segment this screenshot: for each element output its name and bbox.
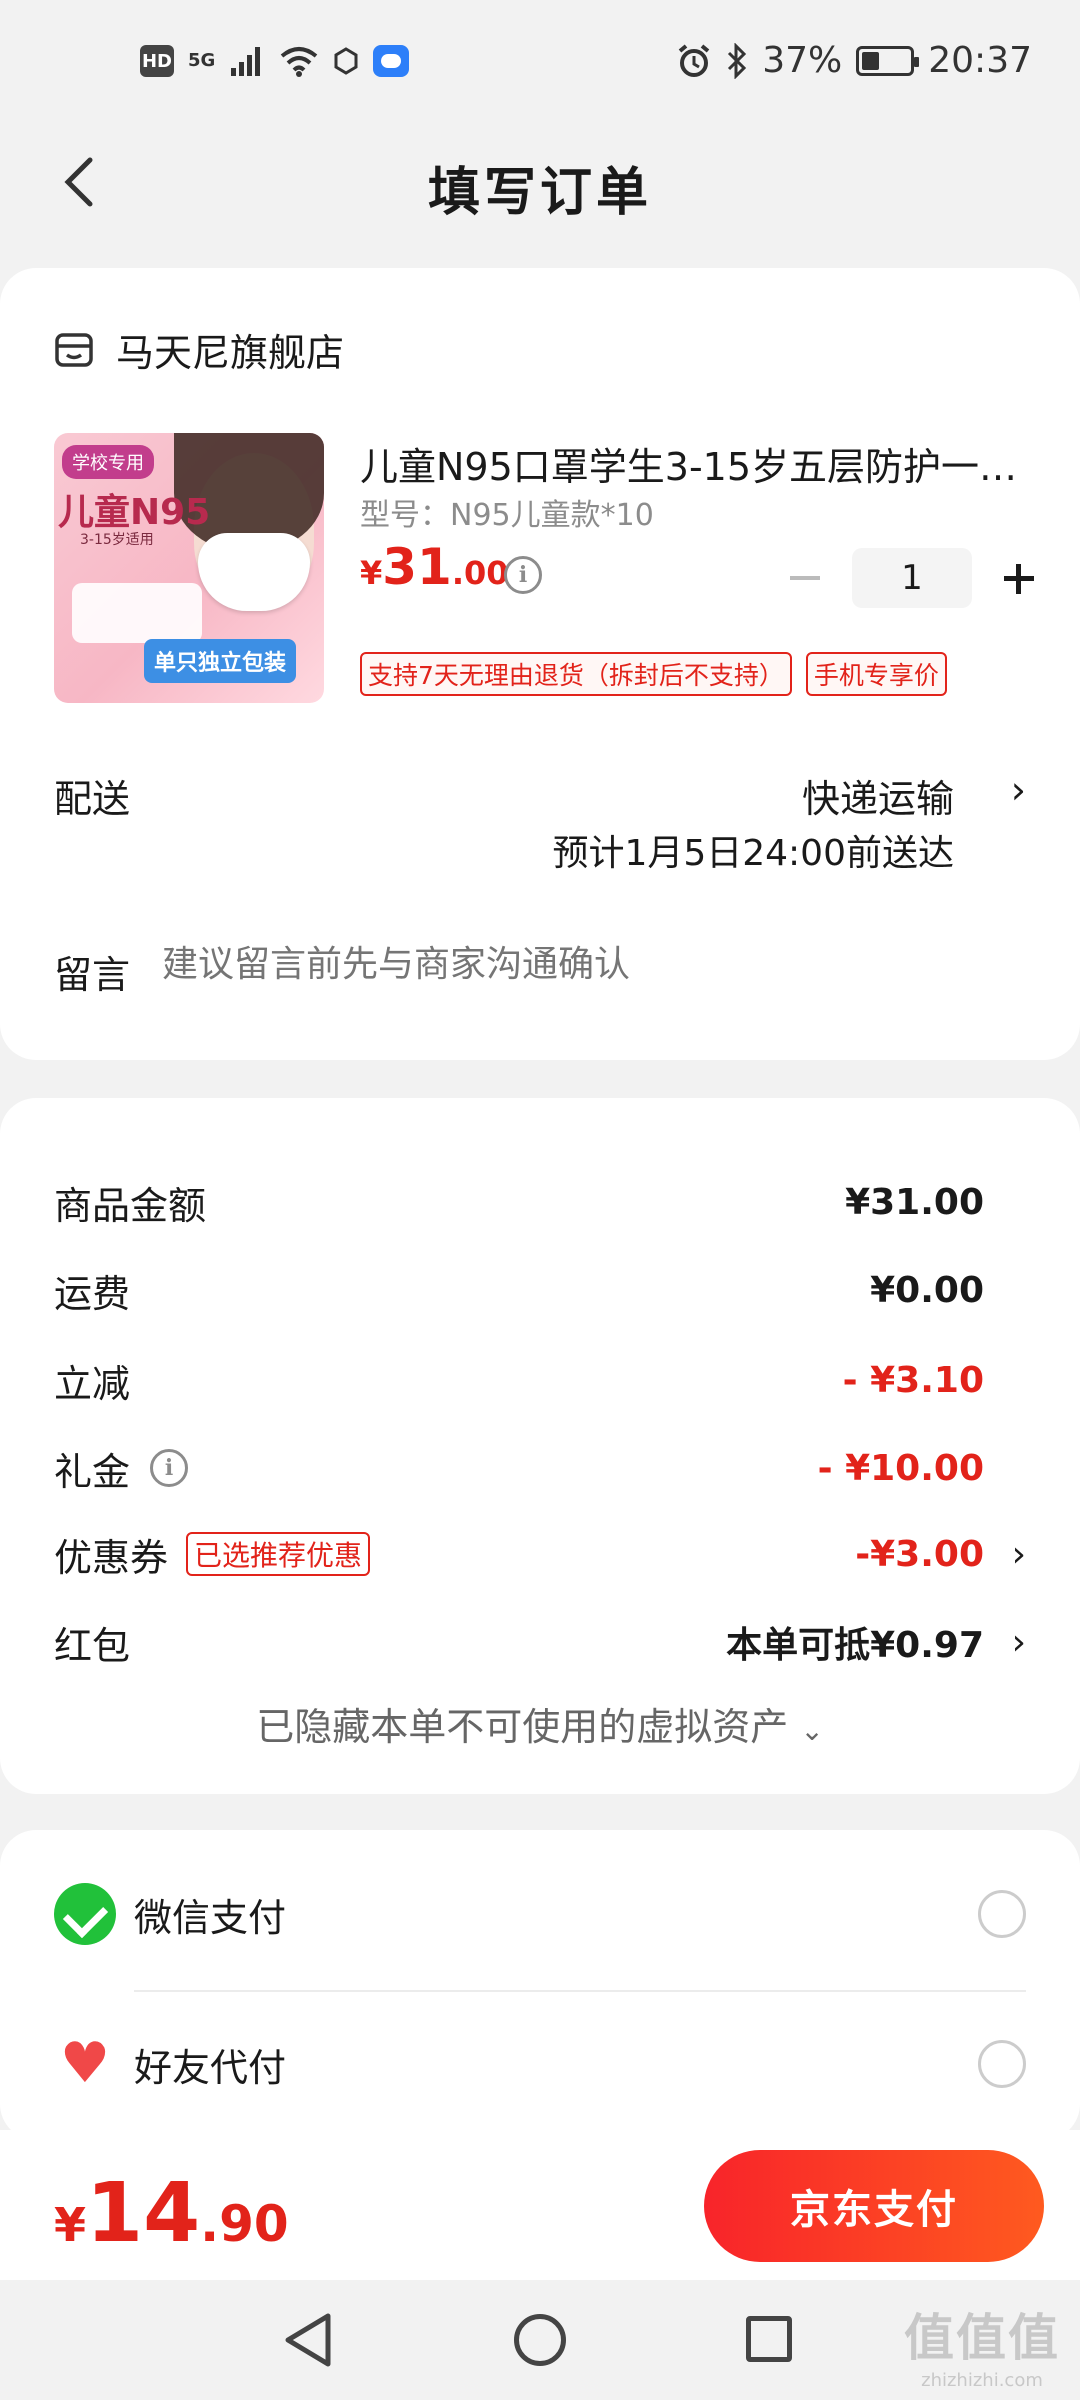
product-spec: 型号：N95儿童款*10 — [360, 498, 654, 533]
price-summary-card: 商品金额 ¥31.00 运费 ¥0.00 立减 - ¥3.10 礼金 i - ¥… — [0, 1098, 1080, 1794]
gift-value: - ¥10.00 — [817, 1447, 984, 1489]
product-tags: 支持7天无理由退货（拆封后不支持） 手机专享价 — [360, 652, 947, 696]
delivery-eta: 预计1月5日24:00前送达 — [552, 833, 954, 874]
watermark-text: 值值值 — [904, 2309, 1060, 2367]
message-label: 留言 — [54, 953, 131, 997]
checkout-bar: ¥14.90 京东支付 — [0, 2130, 1080, 2280]
quantity-value[interactable]: 1 — [852, 548, 972, 608]
hidden-assets-text: 已隐藏本单不可使用的虚拟资产 — [256, 1705, 789, 1749]
clock: 20:37 — [928, 40, 1032, 81]
redpacket-row[interactable]: 红包 本单可抵¥0.97 › — [54, 1612, 1026, 1672]
shipping-row: 运费 ¥0.00 — [54, 1260, 1026, 1320]
redpacket-label: 红包 — [54, 1623, 131, 1668]
discount-row: 立减 - ¥3.10 — [54, 1350, 1026, 1410]
quantity-stepper: 1 — [780, 548, 1044, 608]
hidden-assets-toggle[interactable]: 已隐藏本单不可使用的虚拟资产 ⌄ — [0, 1696, 1080, 1751]
delivery-label: 配送 — [54, 777, 131, 821]
discount-value: - ¥3.10 — [842, 1359, 984, 1401]
gift-row: 礼金 i - ¥10.00 — [54, 1438, 1026, 1498]
coupon-row[interactable]: 优惠券 已选推荐优惠 -¥3.00 › — [54, 1524, 1026, 1584]
wechat-pay-radio[interactable] — [978, 1890, 1026, 1938]
nav-home-icon[interactable] — [514, 2314, 566, 2366]
hd-icon: HD — [140, 45, 174, 77]
coupon-value: -¥3.00 — [855, 1533, 984, 1575]
coupon-chevron-icon[interactable]: › — [1012, 1534, 1026, 1575]
page-title: 填写订单 — [427, 163, 652, 223]
gift-info-icon[interactable]: i — [150, 1449, 189, 1487]
return-policy-tag: 支持7天无理由退货（拆封后不支持） — [360, 652, 792, 696]
friend-pay-option[interactable]: ♥ 好友代付 — [54, 2024, 1026, 2104]
signal-icon — [231, 47, 261, 76]
decrease-button[interactable] — [780, 548, 830, 608]
total-currency: ¥ — [54, 2198, 87, 2252]
payment-methods-card: 微信支付 ♥ 好友代付 — [0, 1830, 1080, 2140]
discount-label: 立减 — [54, 1361, 131, 1406]
increase-button[interactable] — [994, 548, 1044, 608]
nav-back-icon[interactable] — [282, 2310, 338, 2370]
delivery-method[interactable]: 快递运输 — [802, 768, 954, 823]
delivery-chevron-icon[interactable]: › — [1011, 768, 1026, 812]
shop-name: 马天尼旗舰店 — [116, 331, 345, 375]
status-bar: HD 5G 37% 20:37 — [0, 0, 1080, 110]
wechat-pay-icon — [54, 1883, 116, 1945]
goods-amount-label: 商品金额 — [54, 1183, 207, 1228]
total-decimal: .90 — [200, 2195, 289, 2253]
status-bar-right: 37% 20:37 — [676, 40, 1032, 81]
image-headline: 儿童N95 — [58, 492, 211, 533]
battery-percent: 37% — [762, 40, 843, 81]
goods-amount-value: ¥31.00 — [845, 1181, 984, 1223]
wechat-pay-label: 微信支付 — [134, 1895, 287, 1940]
system-nav-bar: 值值值 zhizhizhi.com — [0, 2280, 1080, 2400]
total-price: ¥14.90 — [54, 2166, 289, 2261]
product-price: ¥31.00 — [360, 538, 509, 596]
price-integer: 31 — [382, 538, 452, 596]
header: 填写订单 — [0, 110, 1080, 255]
redpacket-chevron-icon[interactable]: › — [1012, 1622, 1026, 1663]
price-info-icon[interactable]: i — [504, 556, 542, 594]
hexagon-icon — [334, 47, 358, 75]
payment-divider — [134, 1990, 1026, 1992]
watermark-logo: 值值值 zhizhizhi.com — [904, 2298, 1060, 2391]
image-age: 3-15岁适用 — [80, 532, 154, 548]
wifi-icon — [281, 47, 318, 77]
status-bar-left: HD 5G — [140, 44, 410, 78]
coupon-label: 优惠券 — [54, 1535, 169, 1580]
mobile-price-tag: 手机专享价 — [805, 652, 947, 696]
store-icon — [55, 332, 93, 367]
price-currency: ¥ — [360, 554, 383, 592]
image-mask — [198, 533, 310, 611]
bluetooth-icon — [728, 42, 747, 79]
product-image[interactable]: 学校专用 儿童N95 3-15岁适用 单只独立包装 — [54, 433, 324, 703]
alarm-icon — [678, 43, 710, 77]
friend-pay-radio[interactable] — [978, 2040, 1026, 2088]
jd-pay-button[interactable]: 京东支付 — [704, 2150, 1044, 2262]
order-card: 马天尼旗舰店 学校专用 儿童N95 3-15岁适用 单只独立包装 儿童N95口罩… — [0, 268, 1080, 1060]
product-title[interactable]: 儿童N95口罩学生3-15岁五层防护一… — [360, 436, 1030, 491]
coupon-tag: 已选推荐优惠 — [186, 1532, 371, 1576]
image-masks — [72, 583, 202, 643]
watermark-url: zhizhizhi.com — [921, 2370, 1043, 2391]
shipping-label: 运费 — [54, 1271, 131, 1316]
network-type: 5G — [188, 50, 216, 71]
friend-pay-label: 好友代付 — [134, 2045, 287, 2090]
cloud-icon — [373, 45, 410, 77]
goods-amount-row: 商品金额 ¥31.00 — [54, 1172, 1026, 1232]
gift-label: 礼金 — [54, 1449, 131, 1494]
friend-pay-heart-icon: ♥ — [59, 2031, 111, 2096]
shipping-value: ¥0.00 — [870, 1269, 984, 1311]
price-decimal: .00 — [451, 554, 509, 592]
redpacket-value: 本单可抵¥0.97 — [726, 1625, 984, 1666]
nav-recent-icon[interactable] — [746, 2316, 792, 2362]
total-integer: 14 — [86, 2166, 201, 2261]
chevron-down-icon: ⌄ — [800, 1714, 824, 1747]
shop-header[interactable]: 马天尼旗舰店 — [54, 322, 344, 377]
battery-level — [862, 51, 880, 70]
image-tag: 学校专用 — [62, 445, 154, 479]
message-input[interactable] — [162, 944, 1022, 985]
wechat-pay-option[interactable]: 微信支付 — [54, 1874, 1026, 1954]
image-banner: 单只独立包装 — [144, 639, 297, 683]
battery-icon — [856, 45, 920, 76]
